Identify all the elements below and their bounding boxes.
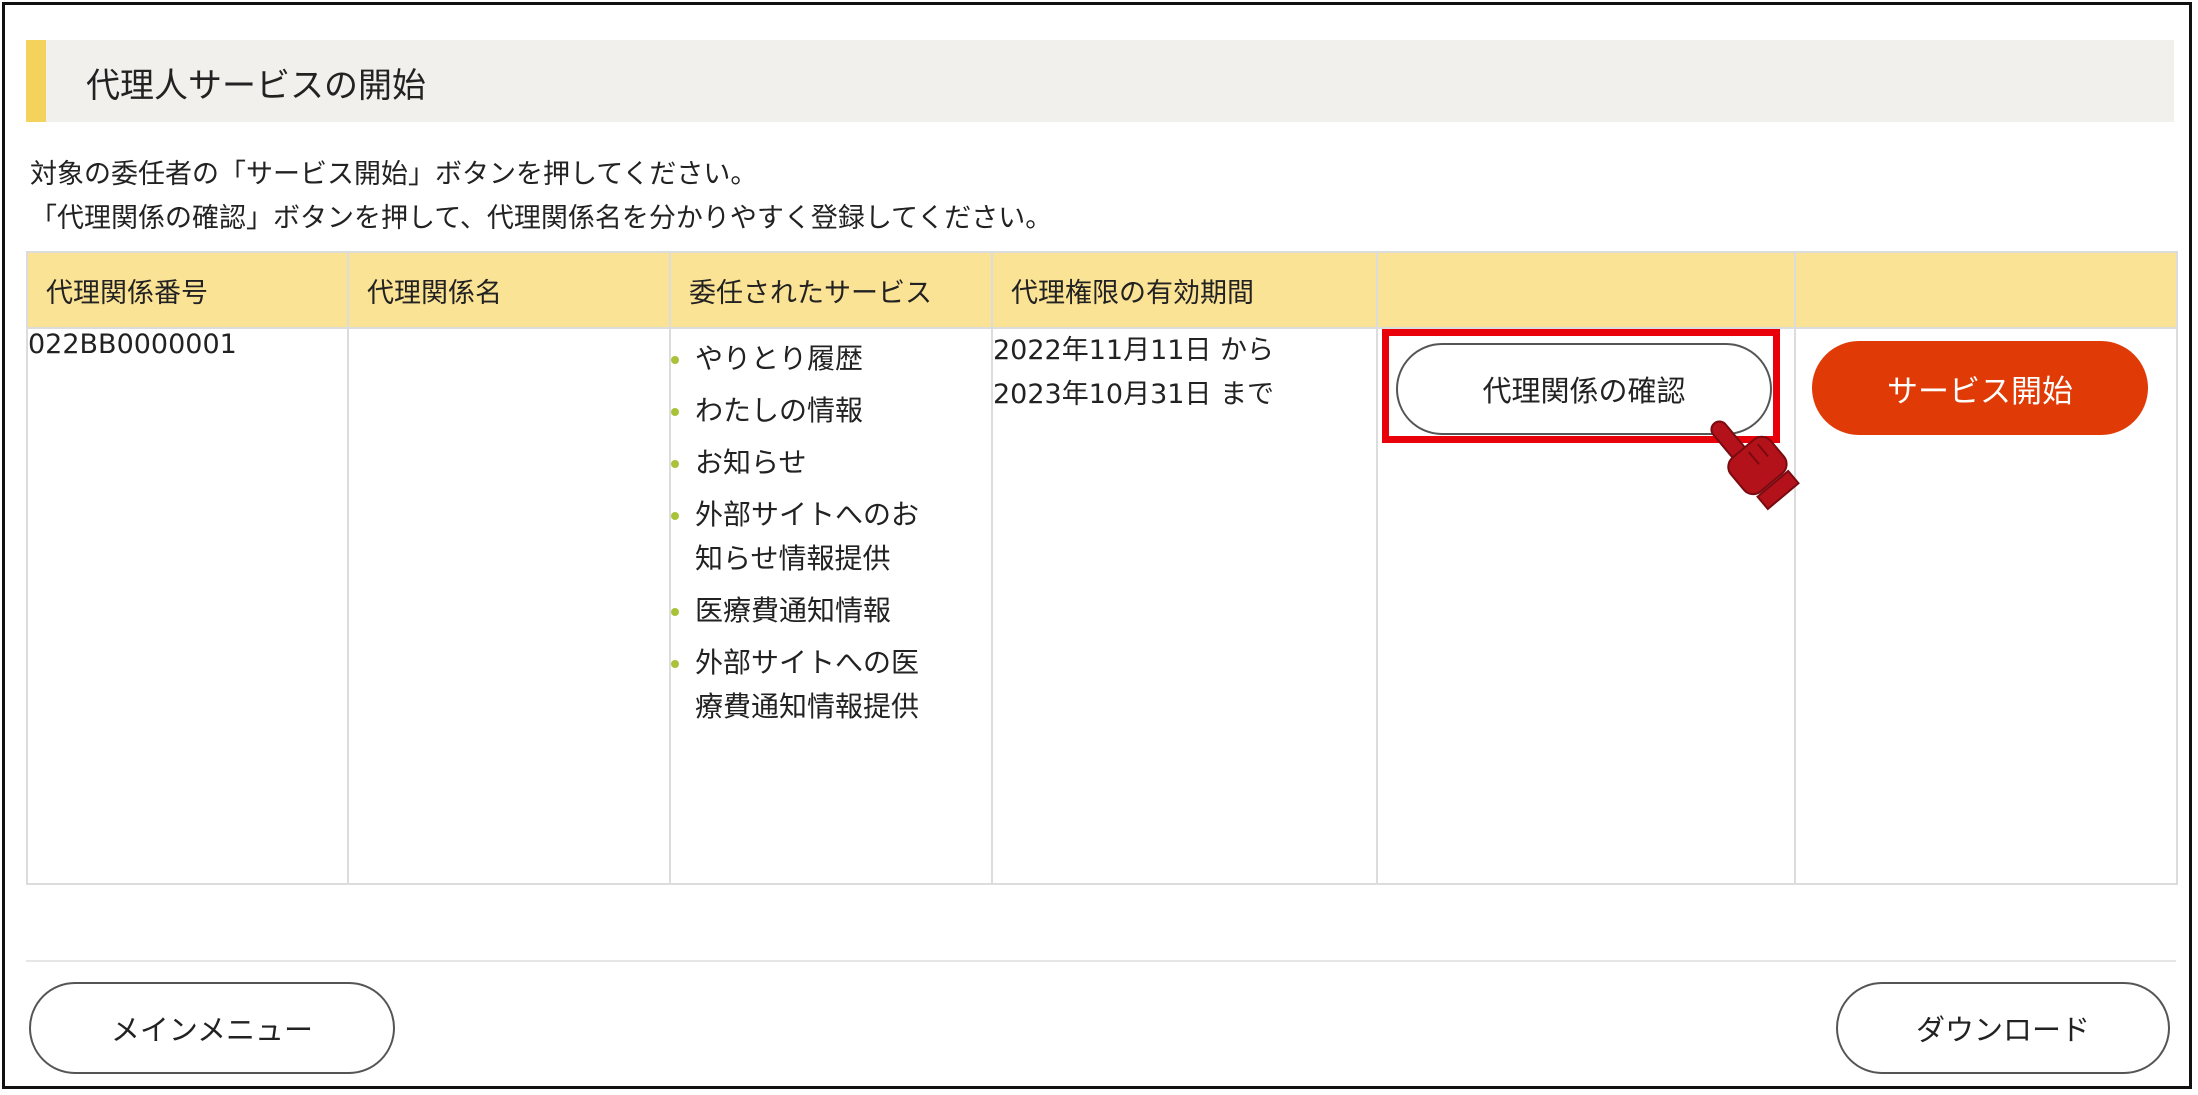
cell-relation-number: 022BB0000001 [26, 327, 349, 885]
bullet-dot-icon [671, 660, 679, 668]
list-item: 医療費通知情報 [671, 589, 935, 633]
service-label: 外部サイトへのお知らせ情報提供 [695, 498, 920, 575]
list-item: やりとり履歴 [671, 337, 935, 381]
services-list: やりとり履歴 わたしの情報 お知らせ 外部サイトへのお知らせ情報提供 医療費通知… [671, 337, 991, 729]
start-service-button[interactable]: サービス開始 [1812, 341, 2148, 435]
bullet-dot-icon [671, 460, 679, 468]
header-relation-name: 代理関係名 [347, 251, 671, 329]
proxy-relations-table: 代理関係番号 代理関係名 委任されたサービス 代理権限の有効期間 022BB00… [26, 251, 2178, 885]
bullet-dot-icon [671, 608, 679, 616]
service-label: お知らせ [695, 446, 807, 479]
list-item: わたしの情報 [671, 389, 935, 433]
section-header: 代理人サービスの開始 [26, 40, 2174, 122]
service-label: 医療費通知情報 [695, 594, 892, 627]
divider [26, 960, 2176, 962]
table-header-row: 代理関係番号 代理関係名 委任されたサービス 代理権限の有効期間 [26, 251, 2178, 329]
header-delegated-services: 委任されたサービス [669, 251, 993, 329]
list-item: 外部サイトへのお知らせ情報提供 [671, 493, 935, 581]
download-button[interactable]: ダウンロード [1836, 982, 2170, 1074]
pointing-hand-icon [1710, 420, 1800, 511]
service-label: やりとり履歴 [695, 342, 864, 375]
bullet-dot-icon [671, 356, 679, 364]
cell-start: サービス開始 [1794, 327, 2178, 885]
header-relation-number: 代理関係番号 [26, 251, 349, 329]
header-validity-period: 代理権限の有効期間 [991, 251, 1378, 329]
period-to: 2023年10月31日 まで [993, 379, 1275, 410]
list-item: お知らせ [671, 441, 935, 485]
page-title: 代理人サービスの開始 [86, 66, 426, 106]
header-confirm-column [1376, 251, 1796, 329]
service-label: わたしの情報 [695, 394, 864, 427]
cell-relation-name [347, 327, 671, 885]
service-label: 外部サイトへの医療費通知情報提供 [695, 646, 920, 723]
main-menu-button[interactable]: メインメニュー [29, 982, 395, 1074]
table-row: 022BB0000001 やりとり履歴 わたしの情報 お知らせ 外部サイトへのお… [26, 327, 2178, 885]
bullet-dot-icon [671, 512, 679, 520]
period-from: 2022年11月11日 から [993, 335, 1275, 366]
cell-services: やりとり履歴 わたしの情報 お知らせ 外部サイトへのお知らせ情報提供 医療費通知… [669, 327, 993, 885]
header-start-column [1794, 251, 2178, 329]
instruction-line-1: 対象の委任者の「サービス開始」ボタンを押してください。 [30, 159, 758, 190]
instruction-line-2: 「代理関係の確認」ボタンを押して、代理関係名を分かりやすく登録してください。 [30, 203, 1053, 234]
list-item: 外部サイトへの医療費通知情報提供 [671, 641, 935, 729]
bullet-dot-icon [671, 408, 679, 416]
cell-validity-period: 2022年11月11日 から 2023年10月31日 まで [991, 327, 1378, 885]
